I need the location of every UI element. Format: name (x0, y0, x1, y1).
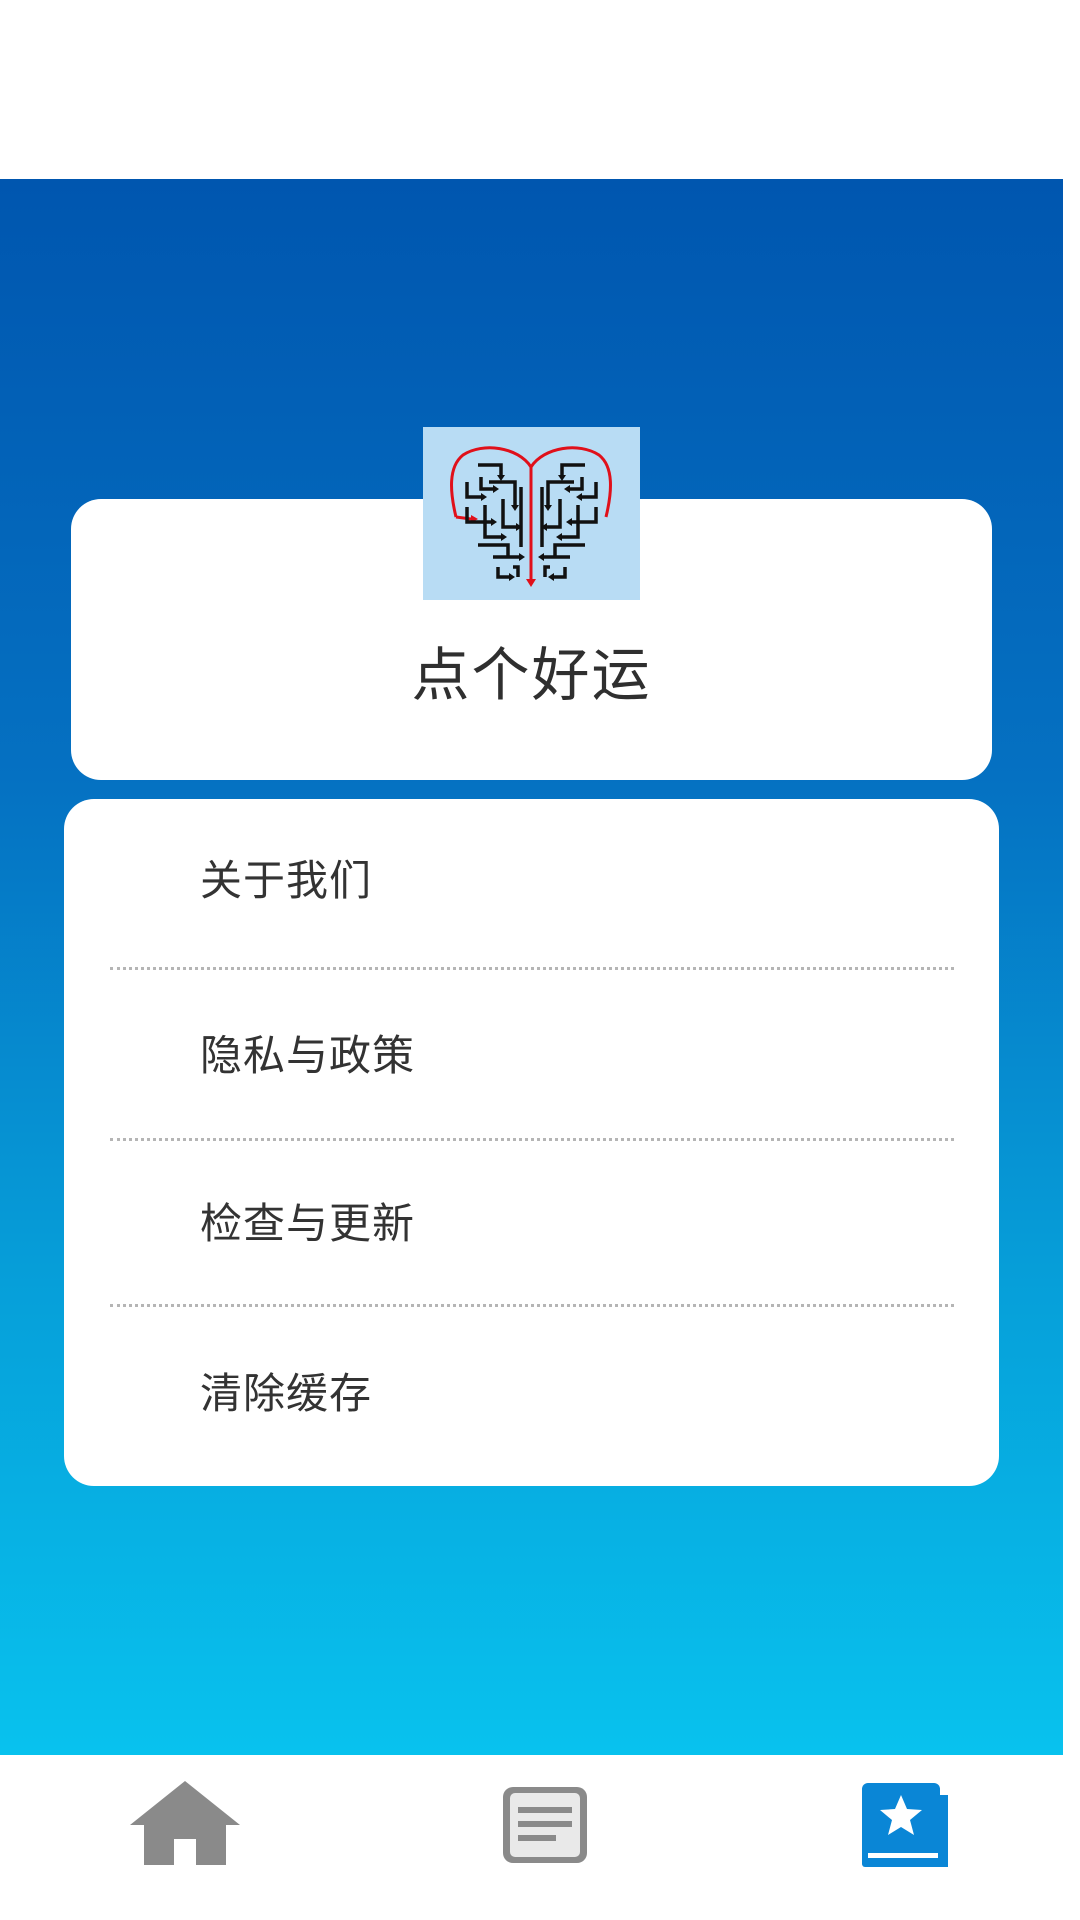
app-name: 点个好运 (411, 641, 652, 709)
menu-item-clear-cache[interactable]: 清除缓存 (64, 1349, 999, 1439)
divider (110, 967, 954, 970)
tab-home[interactable] (126, 1775, 244, 1871)
list-icon (503, 1787, 587, 1863)
menu-item-label: 关于我们 (200, 856, 373, 905)
menu-item-label: 隐私与政策 (200, 1031, 416, 1080)
menu-item-label: 检查与更新 (200, 1199, 416, 1248)
menu-item-about-us[interactable]: 关于我们 (64, 836, 999, 926)
heart-maze-icon (450, 446, 612, 587)
home-icon (130, 1781, 240, 1865)
menu-item-label: 清除缓存 (200, 1369, 373, 1418)
status-area (0, 0, 1080, 179)
settings-menu-card: 关于我们 隐私与政策 检查与更新 清除缓存 (64, 799, 999, 1486)
divider (110, 1304, 954, 1307)
divider (110, 1138, 954, 1141)
menu-item-privacy-policy[interactable]: 隐私与政策 (64, 1011, 999, 1101)
screen: 点个好运 关于我们 隐私与政策 检查与更新 清除缓存 (0, 0, 1080, 1920)
bottom-tab-bar (0, 1755, 1080, 1920)
tab-list[interactable] (500, 1775, 590, 1871)
menu-item-check-update[interactable]: 检查与更新 (64, 1179, 999, 1269)
bookmark-star-icon (862, 1783, 948, 1867)
tab-favorites[interactable] (858, 1775, 952, 1871)
edge-strip (1063, 179, 1080, 1755)
app-logo (423, 427, 640, 600)
